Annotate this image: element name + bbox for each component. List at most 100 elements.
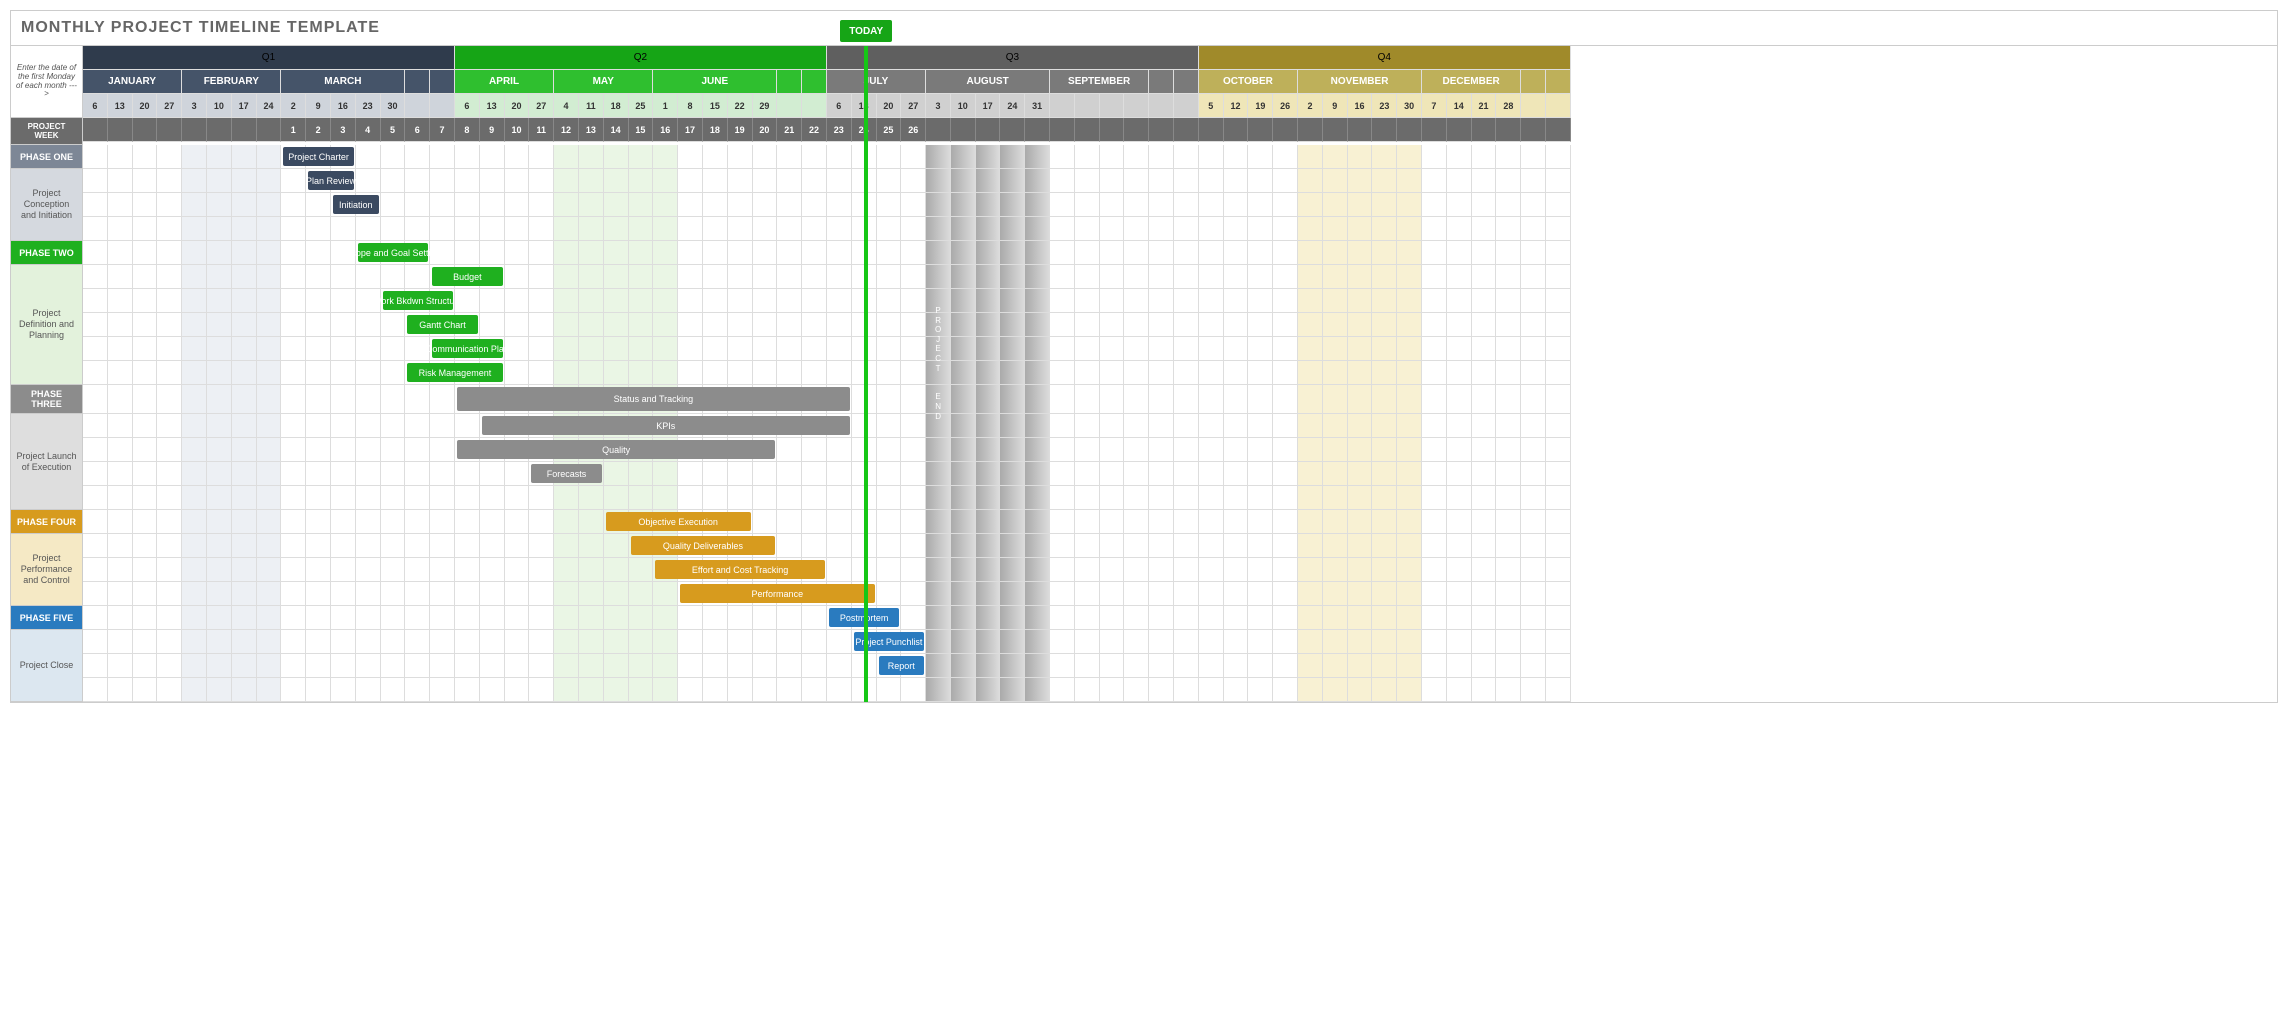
gantt-bar[interactable]: Risk Management <box>407 363 502 382</box>
grid-cell <box>430 606 455 630</box>
grid-cell <box>1100 630 1125 654</box>
grid-cell <box>1323 241 1348 265</box>
grid-cell <box>207 534 232 558</box>
gantt-bar[interactable]: Gantt Chart <box>407 315 477 334</box>
grid-cell <box>232 654 257 678</box>
grid-cell <box>1199 241 1224 265</box>
grid-cell <box>281 217 306 241</box>
project-week-cell: 17 <box>678 118 703 142</box>
grid-cell <box>157 217 182 241</box>
day-header <box>430 94 455 118</box>
day-header: 14 <box>1447 94 1472 118</box>
grid-cell <box>554 558 579 582</box>
day-header: 28 <box>1496 94 1521 118</box>
gantt-bar[interactable]: Quality Deliverables <box>631 536 776 555</box>
grid-cell <box>1447 193 1472 217</box>
grid-cell <box>1199 606 1224 630</box>
gantt-bar[interactable]: Performance <box>680 584 874 603</box>
gantt-bar[interactable]: Scope and Goal Setting <box>358 243 428 262</box>
grid-cell <box>1100 558 1125 582</box>
gantt-bar[interactable]: Work Bkdwn Structure <box>383 291 453 310</box>
grid-cell <box>629 289 654 313</box>
grid-cell <box>1372 606 1397 630</box>
quarter-header: Q1 <box>83 46 455 70</box>
grid-cell <box>1496 145 1521 169</box>
project-week-cell: 3 <box>331 118 356 142</box>
grid-cell <box>505 678 530 702</box>
grid-cell <box>1472 534 1497 558</box>
project-week-cell <box>1348 118 1373 142</box>
grid-cell <box>554 217 579 241</box>
gantt-bar[interactable]: Plan Review <box>308 171 354 190</box>
grid-cell <box>1372 462 1397 486</box>
gantt-bar[interactable]: Effort and Cost Tracking <box>655 560 825 579</box>
gantt-bar[interactable]: Communication Plan <box>432 339 502 358</box>
grid-cell <box>951 438 976 462</box>
grid-cell <box>1149 510 1174 534</box>
grid-cell <box>753 265 778 289</box>
grid-cell <box>405 678 430 702</box>
grid-cell <box>1075 582 1100 606</box>
grid-cell <box>257 414 282 438</box>
grid-cell <box>1273 385 1298 414</box>
grid-cell <box>877 313 902 337</box>
grid-cell <box>1149 217 1174 241</box>
grid-cell <box>455 582 480 606</box>
grid-cell <box>356 654 381 678</box>
quarter-header: Q2 <box>455 46 827 70</box>
grid-cell <box>1472 438 1497 462</box>
grid-cell <box>182 337 207 361</box>
gantt-bar[interactable]: Budget <box>432 267 502 286</box>
grid-cell <box>753 606 778 630</box>
grid-cell <box>1397 145 1422 169</box>
grid-cell <box>1075 558 1100 582</box>
grid-cell <box>1075 534 1100 558</box>
grid-cell <box>1496 169 1521 193</box>
grid-cell <box>703 241 728 265</box>
grid-cell <box>505 510 530 534</box>
grid-cell <box>1248 414 1273 438</box>
grid-cell <box>257 289 282 313</box>
gantt-bar[interactable]: Project Charter <box>283 147 353 166</box>
grid-cell <box>1224 438 1249 462</box>
grid-cell <box>703 193 728 217</box>
grid-cell <box>1422 462 1447 486</box>
grid-cell <box>901 289 926 313</box>
grid-cell <box>827 193 852 217</box>
gantt-bar[interactable]: Report <box>879 656 925 675</box>
grid-cell <box>133 337 158 361</box>
phase-group-label: Project Launch of Execution <box>11 414 83 510</box>
grid-cell <box>455 193 480 217</box>
grid-cell <box>1447 606 1472 630</box>
gantt-bar[interactable]: Initiation <box>333 195 379 214</box>
grid-cell <box>1075 606 1100 630</box>
grid-cell <box>827 462 852 486</box>
grid-cell <box>480 654 505 678</box>
gantt-bar[interactable]: Forecasts <box>531 464 601 483</box>
grid-cell <box>951 265 976 289</box>
grid-cell <box>703 289 728 313</box>
grid-cell <box>306 265 331 289</box>
gantt-bar[interactable]: Objective Execution <box>606 512 751 531</box>
grid-cell <box>381 438 406 462</box>
gantt-bar[interactable]: KPIs <box>482 416 850 435</box>
grid-cell <box>1050 289 1075 313</box>
grid-cell <box>1273 510 1298 534</box>
grid-cell <box>1100 486 1125 510</box>
grid-cell <box>1224 145 1249 169</box>
grid-cell <box>306 606 331 630</box>
phase-header: PHASE ONE <box>11 145 83 169</box>
grid-cell <box>182 606 207 630</box>
gantt-bar[interactable]: Quality <box>457 440 775 459</box>
gantt-bar[interactable]: Status and Tracking <box>457 387 850 411</box>
grid-cell <box>1124 289 1149 313</box>
grid-cell <box>381 582 406 606</box>
grid-cell <box>777 534 802 558</box>
grid-cell <box>629 558 654 582</box>
grid-cell <box>802 438 827 462</box>
grid-cell <box>1224 558 1249 582</box>
day-header: 19 <box>1248 94 1273 118</box>
grid-cell <box>108 241 133 265</box>
grid-cell <box>232 169 257 193</box>
grid-cell <box>777 606 802 630</box>
